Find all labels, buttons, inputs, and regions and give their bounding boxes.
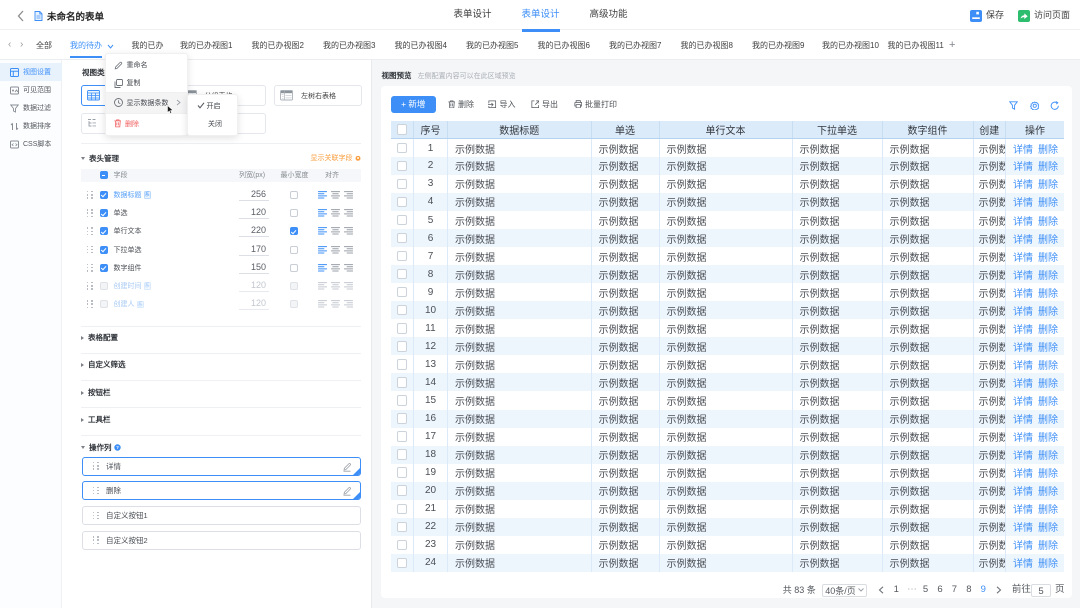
svg-text:?: ? [116, 445, 119, 450]
